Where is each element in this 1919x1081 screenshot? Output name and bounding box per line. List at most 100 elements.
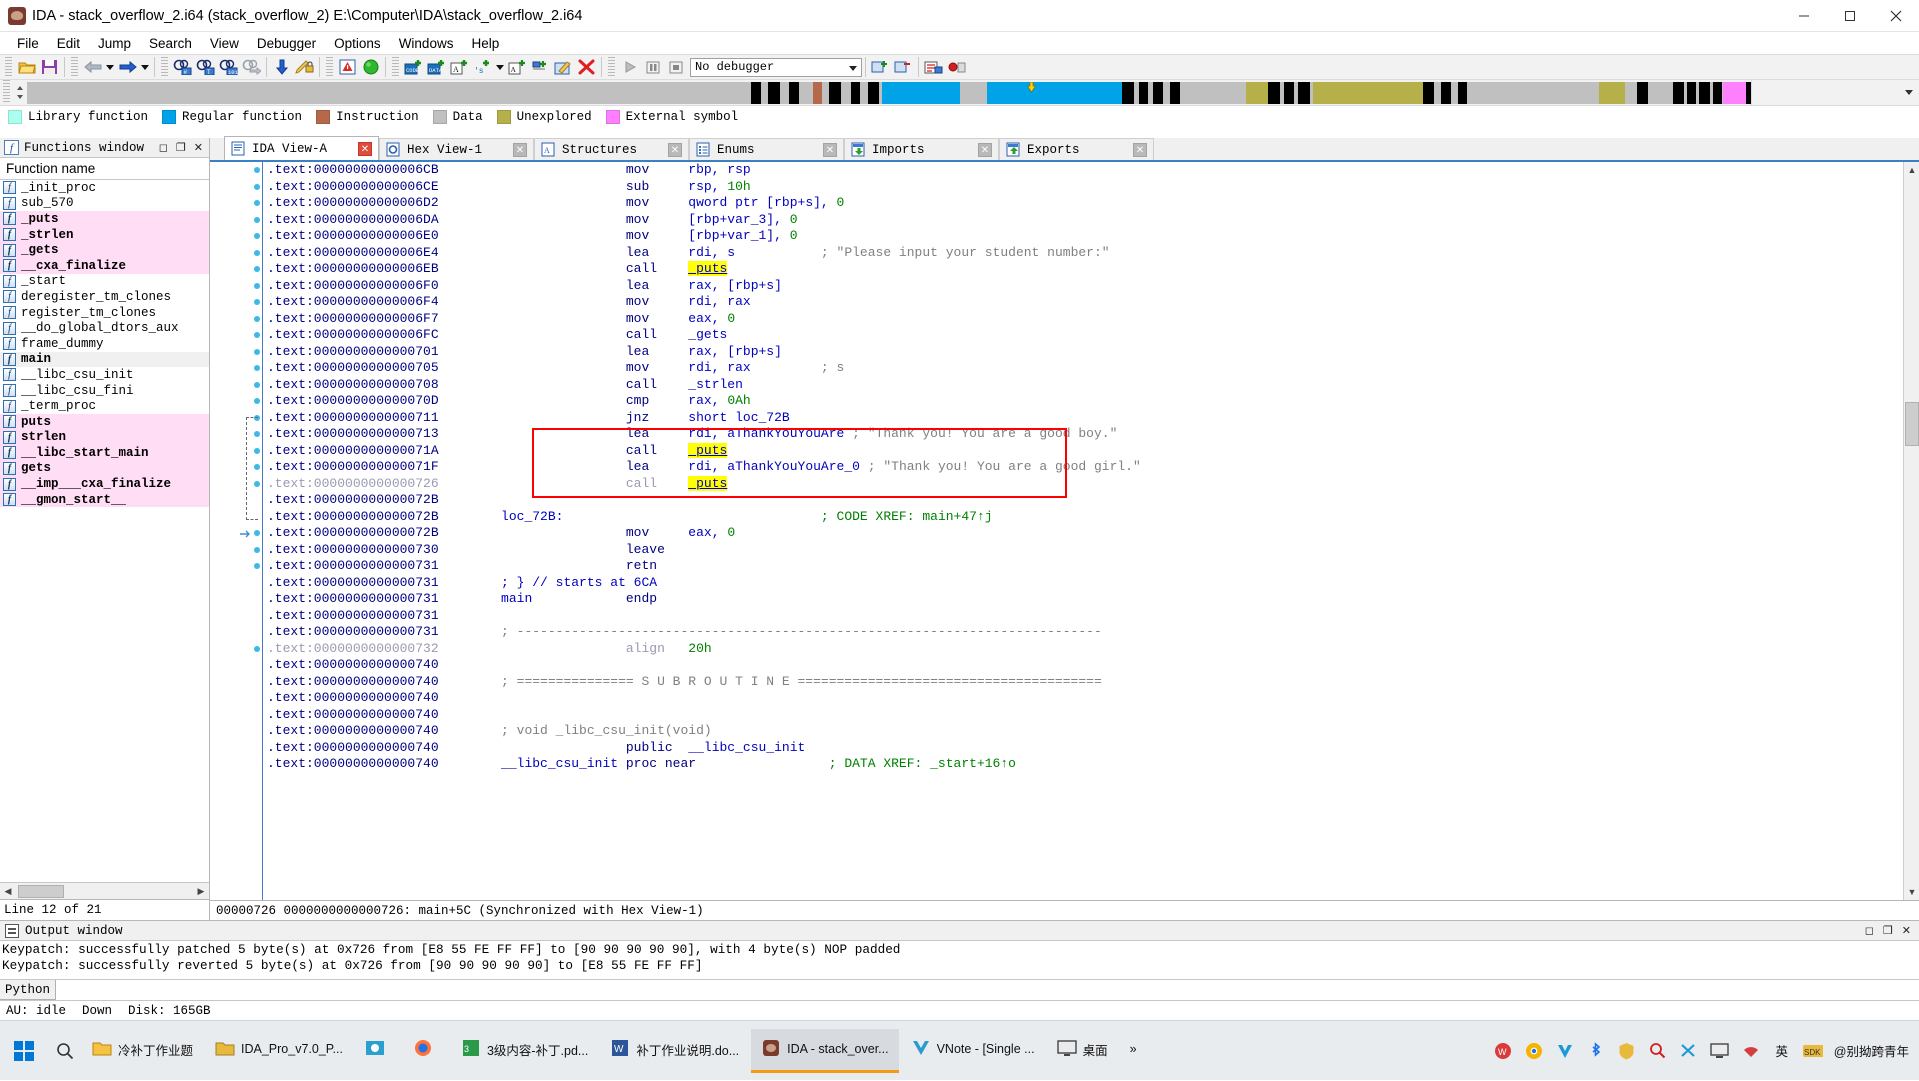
search-icon[interactable] <box>48 1021 82 1081</box>
disassembly-line[interactable]: .text:0000000000000726 call _puts <box>263 475 1903 493</box>
disassembly-line[interactable]: .text:00000000000006F4 mov rdi, rax <box>263 294 1903 311</box>
taskbar-item[interactable]: IDA_Pro_v7.0_P... <box>205 1029 353 1073</box>
functions-column-header[interactable]: Function name <box>0 158 209 180</box>
save-icon[interactable] <box>38 56 61 78</box>
undefine-icon[interactable] <box>529 56 552 78</box>
search-text-icon[interactable]: T <box>194 56 217 78</box>
chrome-icon[interactable] <box>1524 1041 1544 1061</box>
output-window-body[interactable]: Keypatch: successfully patched 5 byte(s)… <box>0 941 1919 979</box>
close-icon[interactable]: ✕ <box>194 141 203 154</box>
disassembly-vscrollbar[interactable]: ▲ ▼ <box>1903 162 1919 900</box>
menu-windows[interactable]: Windows <box>390 34 463 53</box>
disassembly-line[interactable]: .text:000000000000071F lea rdi, aThankYo… <box>263 459 1903 476</box>
disassembly-line[interactable]: .text:0000000000000713 lea rdi, aThankYo… <box>263 426 1903 443</box>
navband-arrows[interactable] <box>13 80 27 105</box>
disassembly-view[interactable]: .text:00000000000006CB mov rbp, rsp .text… <box>210 162 1919 900</box>
output-command-input[interactable] <box>56 980 1919 1000</box>
function-list-item[interactable]: f main <box>0 351 209 368</box>
function-list-item[interactable]: f _start <box>0 274 209 290</box>
pause-icon[interactable] <box>641 56 664 78</box>
maximize-button[interactable] <box>1827 0 1873 32</box>
taskbar-item[interactable]: VNote - [Single ... <box>901 1029 1045 1073</box>
disassembly-line[interactable]: .text:0000000000000740 public __libc_csu… <box>263 740 1903 757</box>
disassembly-line[interactable]: .text:0000000000000711 jnz short loc_72B <box>263 410 1903 427</box>
navband-overflow[interactable] <box>1751 80 1919 105</box>
close-button[interactable] <box>1873 0 1919 32</box>
disassembly-line[interactable]: .text:00000000000006FC call _gets <box>263 327 1903 344</box>
function-list-item[interactable]: f __gmon_start__ <box>0 491 209 508</box>
tab-close-icon[interactable]: ✕ <box>668 142 682 157</box>
menu-jump[interactable]: Jump <box>89 34 140 53</box>
disassembly-line[interactable]: .text:00000000000006F0 lea rax, [rbp+s] <box>263 278 1903 295</box>
make-data-icon[interactable]: DATA <box>425 56 448 78</box>
debugger-select[interactable]: No debugger <box>690 57 862 77</box>
restore-icon[interactable]: ❐ <box>176 141 186 154</box>
tab-structures[interactable]: A Structures ✕ <box>534 138 689 160</box>
restore-icon[interactable]: ❐ <box>1883 924 1893 937</box>
function-list-item[interactable]: f strlen <box>0 429 209 446</box>
function-list-item[interactable]: f __imp___cxa_finalize <box>0 476 209 492</box>
function-list-item[interactable]: f _term_proc <box>0 398 209 414</box>
disassembly-line[interactable]: .text:000000000000071A call _puts <box>263 442 1903 460</box>
disassembly-line[interactable]: .text:00000000000006CE sub rsp, 10h <box>263 179 1903 196</box>
tab-imports[interactable]: Imports ✕ <box>844 138 999 160</box>
jump-down-icon[interactable] <box>270 56 293 78</box>
tab-exports[interactable]: Exports ✕ <box>999 138 1154 160</box>
monitor-icon[interactable] <box>1710 1041 1730 1061</box>
functions-hscrollbar[interactable]: ◀ ▶ <box>0 882 209 899</box>
disassembly-line[interactable]: .text:00000000000006F7 mov eax, 0 <box>263 311 1903 328</box>
v2ray-icon[interactable] <box>1555 1041 1575 1061</box>
taskbar-item[interactable] <box>403 1029 449 1073</box>
function-list-item[interactable]: f __do_global_dtors_aux <box>0 320 209 336</box>
menu-search[interactable]: Search <box>140 34 201 53</box>
disassembly-line[interactable]: .text:0000000000000740 <box>263 657 1903 674</box>
function-list-item[interactable]: f __libc_csu_fini <box>0 383 209 399</box>
menu-debugger[interactable]: Debugger <box>248 34 325 53</box>
disassembly-line[interactable]: .text:000000000000070D cmp rax, 0Ah <box>263 393 1903 410</box>
disassembly-line[interactable]: .text:00000000000006D2 mov qword ptr [rb… <box>263 195 1903 212</box>
tab-close-icon[interactable]: ✕ <box>358 141 372 156</box>
disassembly-line[interactable]: .text:00000000000006E4 lea rdi, s ; "Ple… <box>263 245 1903 262</box>
taskbar-item[interactable] <box>355 1029 401 1073</box>
disassembly-line[interactable]: .text:0000000000000731 ; } // starts at … <box>263 575 1903 592</box>
search-tray-icon[interactable] <box>1648 1041 1668 1061</box>
make-dropdown-icon[interactable] <box>494 56 506 78</box>
function-list-item[interactable]: f _gets <box>0 242 209 258</box>
back-arrow-icon[interactable] <box>81 56 104 78</box>
disassembly-line[interactable]: .text:00000000000006E0 mov [rbp+var_1], … <box>263 228 1903 245</box>
navigator-strip[interactable] <box>27 82 1751 104</box>
functions-list[interactable]: f _init_proc f sub_570 f _puts f _strlen f _gets f… <box>0 180 209 882</box>
toolbar-grip-4[interactable] <box>326 57 333 77</box>
detach-icon[interactable] <box>892 56 915 78</box>
warning-icon[interactable] <box>336 56 359 78</box>
make-struct-icon[interactable]: 's <box>471 56 494 78</box>
maximize-icon[interactable]: ◻ <box>1865 924 1874 937</box>
disassembly-line[interactable]: .text:0000000000000731 retn <box>263 558 1903 575</box>
tracing-icon[interactable] <box>922 56 945 78</box>
minimize-button[interactable] <box>1781 0 1827 32</box>
toolbar-grip-6[interactable] <box>608 57 615 77</box>
disassembly-vscroll-thumb[interactable] <box>1905 402 1919 446</box>
wps-icon[interactable]: W <box>1493 1041 1513 1061</box>
stop-icon[interactable] <box>664 56 687 78</box>
tab-close-icon[interactable]: ✕ <box>823 142 837 157</box>
make-array-icon[interactable]: A <box>506 56 529 78</box>
function-list-item[interactable]: f register_tm_clones <box>0 305 209 321</box>
disassembly-line[interactable]: .text:0000000000000740 ; void _libc_csu_… <box>263 723 1903 740</box>
function-list-item[interactable]: f _init_proc <box>0 180 209 196</box>
edit-pencil-icon[interactable] <box>552 56 575 78</box>
disassembly-code[interactable]: .text:00000000000006CB mov rbp, rsp .text… <box>262 162 1903 900</box>
function-list-item[interactable]: f deregister_tm_clones <box>0 289 209 305</box>
toolbar-grip-2[interactable] <box>71 57 78 77</box>
edit-lock-icon[interactable] <box>293 56 316 78</box>
tab-close-icon[interactable]: ✕ <box>1133 142 1147 157</box>
disassembly-line[interactable]: .text:000000000000072B mov eax, 0 <box>263 525 1903 542</box>
function-list-item[interactable]: f gets <box>0 460 209 477</box>
menu-edit[interactable]: Edit <box>48 34 89 53</box>
function-list-item[interactable]: f frame_dummy <box>0 336 209 352</box>
bluetooth-icon[interactable] <box>1586 1041 1606 1061</box>
breakpoints-icon[interactable] <box>945 56 968 78</box>
function-list-item[interactable]: f __libc_csu_init <box>0 367 209 383</box>
forward-dropdown-icon[interactable] <box>139 56 151 78</box>
functions-hscroll-thumb[interactable] <box>18 884 64 898</box>
